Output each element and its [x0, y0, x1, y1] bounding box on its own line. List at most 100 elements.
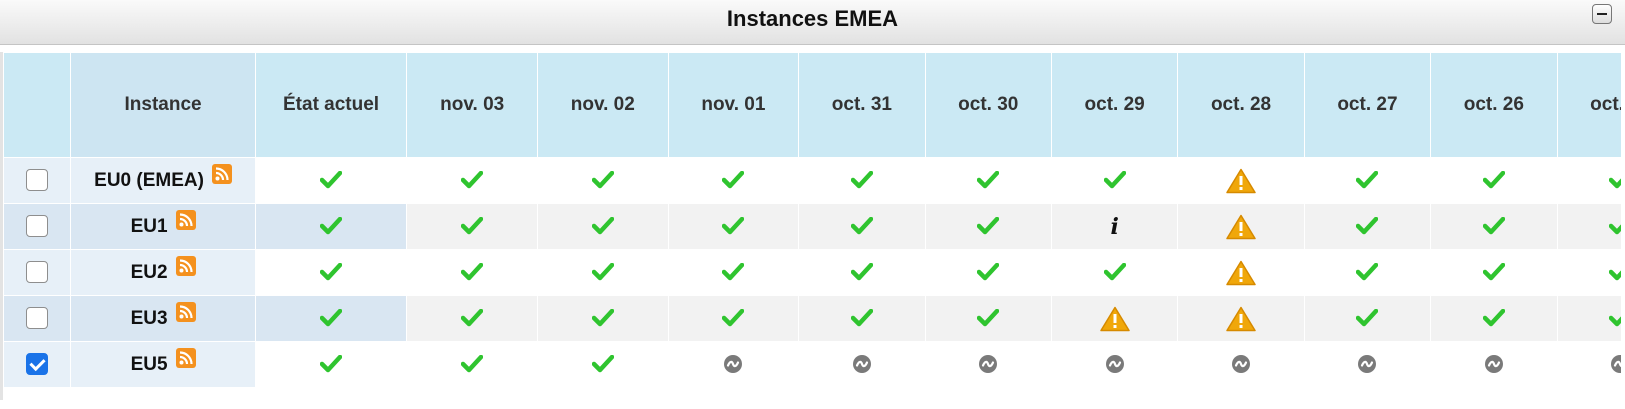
status-cell	[406, 295, 538, 342]
green-check-icon[interactable]	[591, 216, 614, 237]
green-check-icon[interactable]	[591, 354, 614, 375]
header-date[interactable]: oct. 29	[1050, 52, 1179, 158]
green-check-icon[interactable]	[850, 262, 873, 283]
status-cell	[254, 203, 408, 250]
row-select-checkbox[interactable]	[26, 169, 49, 192]
green-check-icon[interactable]	[320, 262, 343, 283]
green-check-icon[interactable]	[977, 170, 1000, 191]
green-check-icon[interactable]	[1356, 216, 1379, 237]
header-date[interactable]: nov. 01	[667, 52, 800, 158]
status-cell	[1303, 249, 1432, 296]
instance-cell: EU1	[70, 203, 256, 250]
green-check-icon[interactable]	[977, 262, 1000, 283]
status-cell	[536, 203, 669, 250]
green-check-icon[interactable]	[1482, 170, 1505, 191]
row-select-checkbox[interactable]	[26, 215, 49, 238]
header-date[interactable]: oct. 27	[1303, 52, 1432, 158]
status-cell	[798, 295, 926, 342]
rss-feed-icon[interactable]	[175, 347, 196, 368]
status-cell	[798, 249, 926, 296]
instance-cell: EU0 (EMEA)	[70, 157, 256, 204]
green-check-icon[interactable]	[977, 308, 1000, 329]
green-check-icon[interactable]	[1609, 308, 1621, 329]
green-check-icon[interactable]	[1356, 262, 1379, 283]
green-check-icon[interactable]	[1482, 308, 1505, 329]
no-data-icon[interactable]	[1105, 354, 1125, 375]
green-check-icon[interactable]	[1609, 170, 1621, 191]
green-check-icon[interactable]	[722, 308, 745, 329]
green-check-icon[interactable]	[320, 170, 343, 191]
no-data-icon[interactable]	[852, 354, 872, 375]
rss-feed-icon[interactable]	[175, 255, 196, 276]
no-data-icon[interactable]	[1357, 354, 1377, 375]
no-data-icon[interactable]	[1231, 354, 1251, 375]
green-check-icon[interactable]	[461, 170, 484, 191]
header-date[interactable]: oct. 31	[798, 52, 926, 158]
header-date[interactable]: oct. 30	[924, 52, 1052, 158]
instance-name[interactable]: EU5	[131, 354, 168, 375]
green-check-icon[interactable]	[850, 308, 873, 329]
table-row: EU3	[3, 295, 1621, 342]
green-check-icon[interactable]	[461, 262, 484, 283]
green-check-icon[interactable]	[461, 354, 484, 375]
green-check-icon[interactable]	[461, 216, 484, 237]
warning-triangle-icon[interactable]	[1099, 306, 1130, 331]
row-select-checkbox[interactable]	[26, 261, 49, 284]
green-check-icon[interactable]	[1103, 262, 1126, 283]
minus-icon[interactable]	[1592, 4, 1612, 24]
green-check-icon[interactable]	[1609, 262, 1621, 283]
no-data-icon[interactable]	[1484, 354, 1504, 375]
table-row: EU1 i	[3, 203, 1621, 250]
header-date[interactable]: nov. 03	[406, 52, 538, 158]
header-date[interactable]: oct. 25	[1556, 52, 1621, 158]
instance-name[interactable]: EU1	[131, 216, 168, 237]
rss-feed-icon[interactable]	[211, 163, 232, 184]
header-date[interactable]: oct. 26	[1430, 52, 1558, 158]
green-check-icon[interactable]	[1356, 308, 1379, 329]
green-check-icon[interactable]	[1482, 216, 1505, 237]
info-icon[interactable]: i	[1110, 214, 1118, 240]
green-check-icon[interactable]	[722, 216, 745, 237]
green-check-icon[interactable]	[722, 170, 745, 191]
no-data-icon[interactable]	[978, 354, 998, 375]
green-check-icon[interactable]	[722, 262, 745, 283]
status-cell	[1430, 341, 1558, 388]
warning-triangle-icon[interactable]	[1226, 306, 1256, 331]
warning-triangle-icon[interactable]	[1226, 260, 1256, 285]
green-check-icon[interactable]	[850, 170, 873, 191]
rss-feed-icon[interactable]	[175, 209, 196, 230]
header-date[interactable]: nov. 02	[536, 52, 669, 158]
green-check-icon[interactable]	[591, 170, 614, 191]
green-check-icon[interactable]	[591, 262, 614, 283]
status-cell	[667, 249, 800, 296]
status-cell	[1430, 295, 1558, 342]
instance-name[interactable]: EU0 (EMEA)	[94, 170, 204, 191]
status-cell	[254, 157, 408, 204]
green-check-icon[interactable]	[850, 216, 873, 237]
row-select-checkbox[interactable]	[26, 353, 49, 376]
warning-triangle-icon[interactable]	[1226, 168, 1256, 193]
green-check-icon[interactable]	[1356, 170, 1379, 191]
instance-name[interactable]: EU2	[131, 262, 168, 283]
green-check-icon[interactable]	[461, 308, 484, 329]
green-check-icon[interactable]	[320, 308, 343, 329]
row-select-checkbox[interactable]	[26, 307, 49, 330]
green-check-icon[interactable]	[977, 216, 1000, 237]
status-cell	[924, 157, 1052, 204]
header-instance[interactable]: Instance	[70, 52, 256, 158]
green-check-icon[interactable]	[320, 354, 343, 375]
no-data-icon[interactable]	[1610, 354, 1621, 375]
green-check-icon[interactable]	[1482, 262, 1505, 283]
status-cell	[667, 295, 800, 342]
green-check-icon[interactable]	[1609, 216, 1621, 237]
green-check-icon[interactable]	[1103, 170, 1126, 191]
table-header-row: Instance État actuel nov. 03 nov. 02 nov. …	[3, 52, 1621, 158]
instance-name[interactable]: EU3	[131, 308, 168, 329]
no-data-icon[interactable]	[723, 354, 743, 375]
rss-feed-icon[interactable]	[175, 301, 196, 322]
warning-triangle-icon[interactable]	[1226, 214, 1256, 239]
header-etat[interactable]: État actuel	[254, 52, 408, 158]
green-check-icon[interactable]	[591, 308, 614, 329]
green-check-icon[interactable]	[320, 216, 343, 237]
header-date[interactable]: oct. 28	[1177, 52, 1305, 158]
